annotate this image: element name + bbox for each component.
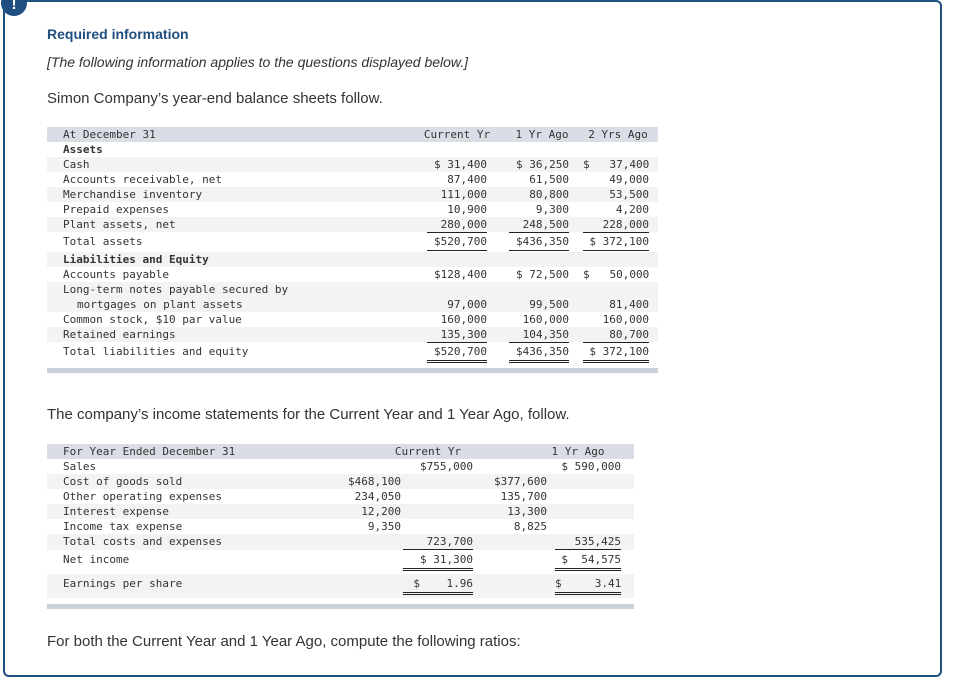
table-row: Accounts receivable, net 87,400 61,500 49,0… [63, 173, 649, 186]
required-info-note: [The following information applies to th… [47, 54, 469, 70]
table-footer-bar [47, 604, 634, 609]
balance-sheet-intro: Simon Company’s year-end balance sheets … [47, 90, 383, 107]
balance-sheet-table: At December 31 Current Yr 1 Yr Ago 2 Yrs… [47, 127, 658, 373]
col-2-yrs-ago: 2 Yrs Ago [588, 128, 648, 141]
table-row: Earnings per share $ 1.96 $ 3.41 [47, 574, 634, 598]
table-row: Plant assets, net 280,000 248,500 228,000 [47, 217, 658, 233]
col-current-yr: Current Yr [423, 128, 491, 141]
col-current-yr: Current Yr [394, 445, 462, 458]
total-row: Total liabilities and equity $520,700 $436… [47, 342, 658, 368]
table-row: Cash $ 31,400 $ 36,250 $ 37,400 [47, 157, 658, 172]
required-info-title: Required information [47, 26, 189, 42]
table-row: Sales $755,000 $ 590,000 [63, 460, 621, 473]
table-row: Merchandise inventory 111,000 80,800 53,500 [47, 187, 658, 202]
col-1-yr-ago: 1 Yr Ago [515, 128, 569, 141]
table-row: Cost of goods sold $468,100 $377,600 [47, 474, 634, 489]
table-row: Income tax expense 9,350 8,825 [63, 520, 547, 535]
table-row: Common stock, $10 par value 160,000 160,00… [63, 313, 649, 326]
table-row: Total costs and expenses 723,700 535,425 [47, 534, 634, 550]
table-header: For Year Ended December 31 Current Yr 1 … [47, 444, 634, 459]
col-1-yr-ago: 1 Yr Ago [551, 445, 605, 458]
table-row: Prepaid expenses 10,900 9,300 4,200 [63, 203, 649, 216]
section-heading: Assets [63, 143, 103, 156]
table-row: Long-term notes payable secured by [47, 282, 658, 297]
table-footer-bar [47, 368, 658, 373]
ratios-instruction: For both the Current Year and 1 Year Ago… [47, 633, 521, 650]
table-row: mortgages on plant assets 97,000 99,500 81,… [47, 297, 658, 312]
table-row: Net income $ 31,300 $ 54,575 [47, 550, 634, 574]
table-row: Other operating expenses 234,050 135,700 [63, 490, 547, 503]
total-row: Total assets $520,700 $436,350 $ 372,100 [47, 232, 658, 253]
table-header: At December 31 Current Yr 1 Yr Ago 2 Yrs… [47, 127, 658, 142]
income-statement-intro: The company’s income statements for the … [47, 406, 570, 423]
table-row: Interest expense 12,200 13,300 [47, 504, 634, 519]
alert-icon: ! [1, 0, 27, 16]
section-heading: Liabilities and Equity [47, 252, 658, 267]
table-row: Accounts payable $128,400 $ 72,500 $ 50,000 [63, 268, 650, 281]
table-row: Retained earnings 135,300 104,350 80,700 [47, 327, 658, 343]
income-statement-table: For Year Ended December 31 Current Yr 1 … [47, 444, 634, 609]
header-label: At December 31 [63, 128, 156, 141]
